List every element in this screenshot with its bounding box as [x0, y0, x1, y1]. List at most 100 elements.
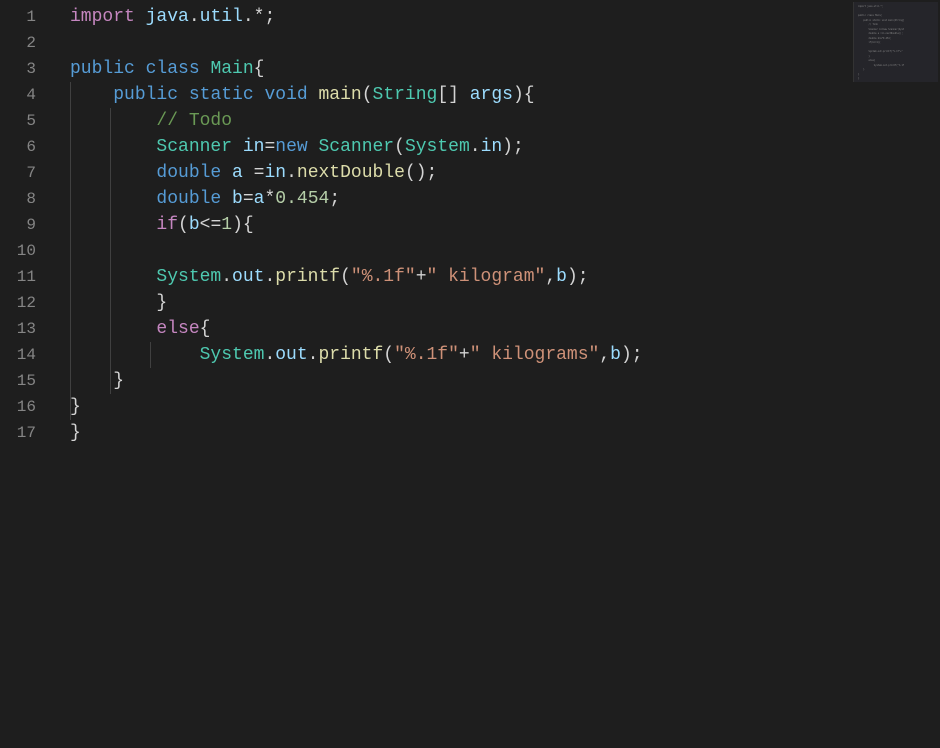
code-token: ){ [232, 215, 254, 235]
code-token: System [200, 345, 265, 365]
code-token: { [200, 319, 211, 339]
code-line[interactable]: } [70, 290, 940, 316]
code-token: ); [621, 345, 643, 365]
line-number: 13 [0, 316, 50, 342]
code-token: . [470, 137, 481, 157]
code-token [70, 189, 156, 209]
code-token [70, 267, 156, 287]
code-token: = [264, 137, 275, 157]
code-line[interactable]: public class Main{ [70, 56, 940, 82]
code-line[interactable]: else{ [70, 316, 940, 342]
code-token [178, 85, 189, 105]
line-number: 1 [0, 4, 50, 30]
code-token: ( [362, 85, 373, 105]
code-token: in [264, 163, 286, 183]
minimap-line: } [858, 77, 934, 82]
code-line[interactable]: public static void main(String[] args){ [70, 82, 940, 108]
line-number: 7 [0, 160, 50, 186]
code-token [70, 319, 156, 339]
code-token [70, 215, 156, 235]
code-token [232, 137, 243, 157]
code-token: out [275, 345, 307, 365]
code-line[interactable]: System.out.printf("%.1f"+" kilograms",b)… [70, 342, 940, 368]
code-token [70, 85, 113, 105]
code-token [135, 7, 146, 27]
code-line[interactable]: // Todo [70, 108, 940, 134]
code-line[interactable]: } [70, 394, 940, 420]
code-line[interactable]: } [70, 420, 940, 446]
line-number: 6 [0, 134, 50, 160]
code-token: . [189, 7, 200, 27]
code-token: printf [318, 345, 383, 365]
code-token: ( [340, 267, 351, 287]
code-token: System [405, 137, 470, 157]
code-line[interactable]: double b=a*0.454; [70, 186, 940, 212]
code-token: + [416, 267, 427, 287]
line-number-gutter: 1234567891011121314151617 [0, 0, 50, 748]
code-token: ); [502, 137, 524, 157]
code-editor[interactable]: 1234567891011121314151617 import java.ut… [0, 0, 940, 748]
code-token: else [156, 319, 199, 339]
code-area[interactable]: import java.util.*;public class Main{ pu… [50, 0, 940, 748]
code-token: * [264, 189, 275, 209]
code-token: import [70, 7, 135, 27]
code-token: String [373, 85, 438, 105]
code-token: } [70, 293, 167, 313]
code-line[interactable] [70, 238, 940, 264]
code-token [243, 163, 254, 183]
code-token: . [286, 163, 297, 183]
code-token: } [70, 371, 124, 391]
code-token: if [156, 215, 178, 235]
vertical-scrollbar[interactable] [926, 0, 940, 748]
code-token [70, 111, 156, 131]
code-token: b [610, 345, 621, 365]
code-line[interactable]: import java.util.*; [70, 4, 940, 30]
code-token [70, 137, 156, 157]
line-number: 2 [0, 30, 50, 56]
line-number: 5 [0, 108, 50, 134]
code-token: . [264, 345, 275, 365]
line-number: 9 [0, 212, 50, 238]
code-token: ( [394, 137, 405, 157]
code-token [200, 59, 211, 79]
code-token: b [232, 189, 243, 209]
line-number: 12 [0, 290, 50, 316]
code-token: public [113, 85, 178, 105]
code-token: + [459, 345, 470, 365]
code-line[interactable]: if(b<=1){ [70, 212, 940, 238]
line-number: 11 [0, 264, 50, 290]
code-token: <= [200, 215, 222, 235]
code-token [254, 85, 265, 105]
code-token [70, 345, 200, 365]
code-token: double [156, 189, 221, 209]
code-token: printf [275, 267, 340, 287]
code-line[interactable]: double a =in.nextDouble(); [70, 160, 940, 186]
code-token: util [200, 7, 243, 27]
code-token: java [146, 7, 189, 27]
code-token: Main [210, 59, 253, 79]
code-line[interactable]: Scanner in=new Scanner(System.in); [70, 134, 940, 160]
line-number: 14 [0, 342, 50, 368]
code-token: = [254, 163, 265, 183]
code-token: Scanner [156, 137, 232, 157]
code-token: .*; [243, 7, 275, 27]
code-line[interactable]: System.out.printf("%.1f"+" kilogram",b); [70, 264, 940, 290]
code-token: "%.1f" [394, 345, 459, 365]
code-token: " kilogram" [427, 267, 546, 287]
code-token [135, 59, 146, 79]
code-token: 0.454 [275, 189, 329, 209]
code-token: Scanner [319, 137, 395, 157]
code-token: main [319, 85, 362, 105]
code-token: ){ [513, 85, 535, 105]
code-token [308, 137, 319, 157]
code-token: a [232, 163, 243, 183]
code-token: 1 [221, 215, 232, 235]
code-token: static [189, 85, 254, 105]
line-number: 15 [0, 368, 50, 394]
code-token [308, 85, 319, 105]
code-token: ( [383, 345, 394, 365]
code-line[interactable]: } [70, 368, 940, 394]
code-line[interactable] [70, 30, 940, 56]
code-token [221, 189, 232, 209]
code-token: { [254, 59, 265, 79]
